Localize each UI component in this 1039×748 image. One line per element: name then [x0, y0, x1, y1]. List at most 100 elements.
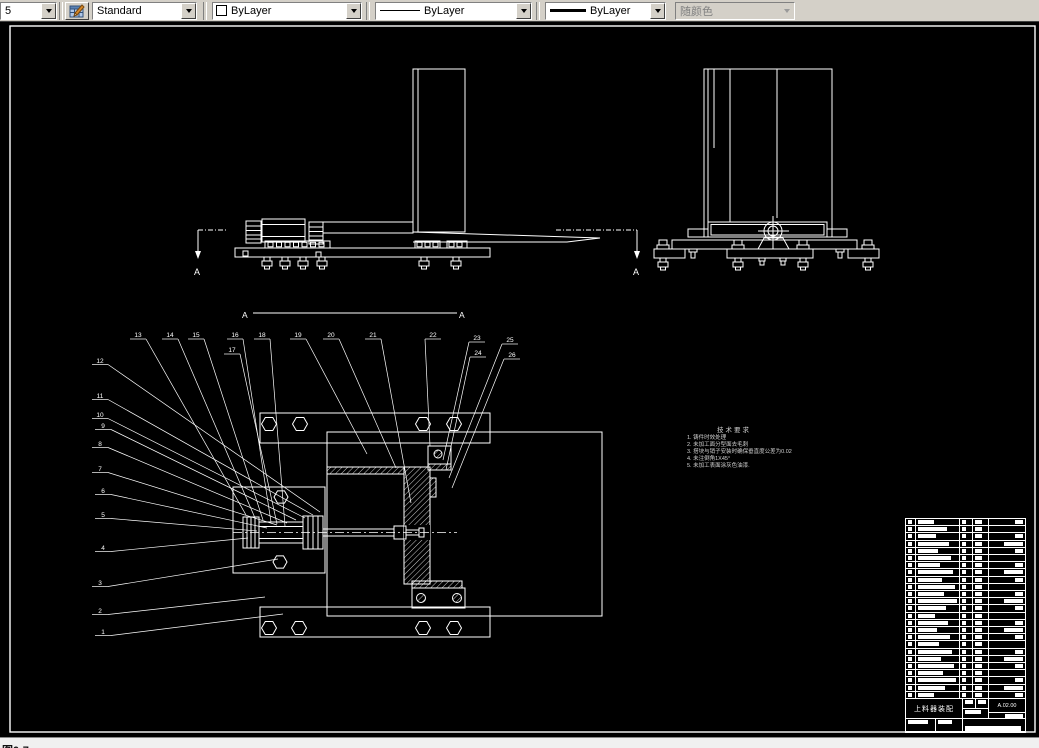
illegible-text-blob: [1004, 570, 1023, 575]
title-block-cell: [906, 684, 916, 692]
title-block-cell: [976, 699, 989, 709]
illegible-text-blob: [1004, 599, 1023, 604]
dropdown-arrow-button[interactable]: [650, 2, 665, 19]
text-style-manager-button[interactable]: [65, 1, 89, 20]
title-block-cell: [916, 612, 960, 620]
illegible-text-blob: [918, 548, 938, 553]
illegible-text-blob: [975, 541, 982, 546]
illegible-text-blob: [1015, 620, 1023, 625]
title-block-cell: [960, 663, 973, 671]
title-block-cell: [906, 677, 916, 685]
part-callouts: 12111098765432113 14 15 161718 19 20 21 22 23242…: [92, 332, 520, 636]
illegible-text-blob: [975, 606, 982, 611]
title-block-cell: [973, 583, 989, 591]
title-block-cell: [973, 670, 989, 678]
title-block-cell: [936, 719, 963, 732]
illegible-text-blob: [908, 685, 912, 690]
illegible-text-blob: [908, 520, 912, 524]
title-block-cell: [916, 526, 960, 534]
illegible-text-blob: [962, 613, 966, 618]
callout-7: 7: [98, 466, 102, 473]
illegible-text-blob: [908, 606, 912, 611]
text-height-combo[interactable]: 5: [0, 1, 57, 20]
illegible-text-blob: [938, 720, 952, 724]
title-block-cell: [916, 648, 960, 656]
tech-note-3: 3. 搭块与销子安装时确保垂直度公差为0.02: [687, 448, 792, 455]
illegible-text-blob: [962, 577, 966, 582]
dropdown-arrow-button[interactable]: [516, 2, 531, 19]
title-block-bar: [965, 726, 1021, 731]
linetype-preview-icon: [380, 10, 420, 11]
linetype-combo[interactable]: ByLayer: [375, 1, 532, 20]
illegible-text-blob: [962, 527, 966, 532]
title-block-cell: [906, 634, 916, 642]
title-block-cell: [960, 583, 973, 591]
callout-20: 20: [327, 332, 335, 339]
title-block-cell: [960, 677, 973, 685]
title-block-cell: [989, 627, 1025, 635]
title-block-cell: [916, 583, 960, 591]
title-block-cell: [989, 591, 1025, 599]
title-block-cell: [916, 562, 960, 570]
title-block-cell: [916, 634, 960, 642]
title-block-cell: [906, 719, 936, 732]
illegible-text-blob: [975, 664, 982, 668]
text-style-combo[interactable]: Standard: [92, 1, 197, 20]
illegible-text-blob: [962, 556, 966, 560]
illegible-text-blob: [918, 599, 957, 604]
illegible-text-blob: [918, 664, 954, 668]
illegible-text-blob: [962, 599, 966, 604]
color-combo[interactable]: ByLayer: [212, 1, 362, 20]
title-block-cell: [973, 562, 989, 570]
title-block-cell: [960, 634, 973, 642]
title-block-cell: [916, 598, 960, 606]
illegible-text-blob: [975, 656, 982, 661]
illegible-text-blob: [975, 563, 982, 568]
illegible-text-blob: [962, 649, 966, 654]
lineweight-value: ByLayer: [590, 4, 631, 17]
illegible-text-blob: [975, 613, 982, 618]
title-block-cell: [906, 648, 916, 656]
title-block-cell: [989, 598, 1025, 606]
title-block-cell: [973, 533, 989, 541]
technical-requirements-title: 技术要求: [717, 427, 751, 434]
illegible-text-blob: [918, 649, 952, 654]
title-block-cell: [989, 663, 1025, 671]
toolbar-separator: [59, 1, 63, 20]
title-block-cell: [906, 576, 916, 584]
title-block-cell: [973, 519, 989, 527]
lineweight-preview-icon: [550, 9, 586, 12]
technical-requirements: 技术要求 1. 铸件时效处理 2. 未加工面分型面去毛刺 3. 搭块与销子安装时确保…: [687, 424, 867, 470]
illegible-text-blob: [918, 692, 934, 697]
illegible-text-blob: [918, 620, 948, 625]
callout-1: 1: [101, 629, 105, 636]
callout-2: 2: [98, 608, 102, 615]
illegible-text-blob: [918, 527, 947, 532]
illegible-text-blob: [975, 620, 982, 625]
title-block-cell: [916, 547, 960, 555]
title-block-cell: [989, 613, 1025, 620]
callout-19: 19: [294, 332, 302, 339]
illegible-text-blob: [908, 548, 912, 553]
callout-18: 18: [258, 332, 266, 339]
illegible-text-blob: [975, 678, 982, 683]
illegible-text-blob: [975, 635, 982, 640]
title-block-cell: [973, 648, 989, 656]
title-block-cell: [960, 555, 973, 563]
dropdown-arrow-button[interactable]: [346, 2, 361, 19]
title-block-cell: [960, 533, 973, 541]
callout-24: 24: [474, 350, 482, 357]
lineweight-combo[interactable]: ByLayer: [545, 1, 666, 20]
title-block-cell: [906, 619, 916, 627]
dropdown-arrow-button[interactable]: [181, 2, 196, 19]
title-block-cell: [960, 684, 973, 692]
callout-26: 26: [508, 352, 516, 359]
illegible-text-blob: [962, 563, 966, 568]
title-block-cell: [906, 591, 916, 599]
callout-25: 25: [506, 337, 514, 344]
illegible-text-blob: [908, 678, 912, 683]
illegible-text-blob: [962, 678, 966, 683]
drawing-canvas[interactable]: 12111098765432113 14 15 161718 19 20 21 22 23242…: [0, 0, 1039, 748]
title-block-cell: [906, 562, 916, 570]
dropdown-arrow-button[interactable]: [41, 2, 56, 19]
